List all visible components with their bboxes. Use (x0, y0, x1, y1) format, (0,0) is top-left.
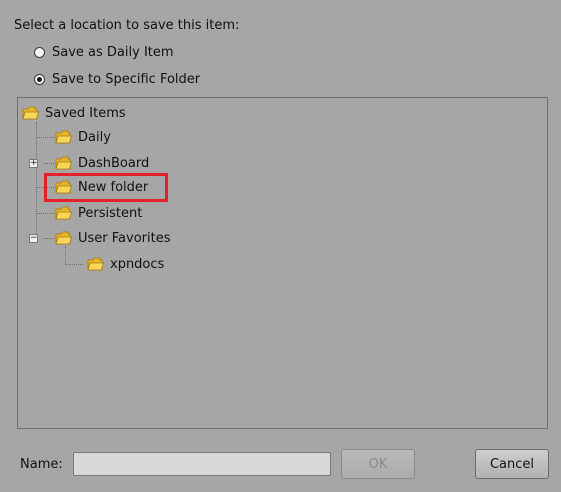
tree-node-label: xpndocs (110, 256, 165, 272)
folder-icon (55, 156, 72, 170)
tree-line (44, 238, 54, 239)
folder-icon (87, 257, 104, 271)
tree-node-label: Persistent (78, 205, 143, 221)
highlight-annotation (44, 173, 168, 202)
daily-item-option[interactable]: Save as Daily Item (34, 45, 174, 60)
collapse-icon[interactable]: − (29, 234, 38, 243)
folder-icon (55, 130, 72, 144)
ok-button[interactable]: OK (341, 449, 415, 479)
specific-folder-option[interactable]: Save to Specific Folder (34, 72, 200, 87)
tree-node-daily[interactable]: Daily (55, 128, 111, 146)
daily-item-label: Save as Daily Item (52, 45, 174, 60)
folder-icon (22, 106, 39, 120)
folder-icon (55, 231, 72, 245)
tree-line (36, 137, 54, 138)
tree-node-user-favorites[interactable]: User Favorites (55, 229, 171, 247)
specific-folder-label: Save to Specific Folder (52, 72, 201, 87)
tree-node-label: User Favorites (78, 230, 171, 246)
tree-node-dashboard[interactable]: DashBoard (55, 154, 149, 172)
footer-bar: Name: OK Cancel (0, 440, 561, 492)
specific-folder-radio[interactable] (34, 74, 45, 85)
tree-line (65, 264, 83, 265)
tree-line (36, 213, 54, 214)
tree-line (36, 122, 37, 238)
tree-line (44, 163, 54, 164)
folder-tree[interactable]: Saved Items Daily + DashBoard New folder (17, 97, 548, 429)
daily-item-radio[interactable] (34, 47, 45, 58)
expand-icon[interactable]: + (29, 159, 38, 168)
tree-line (65, 246, 66, 264)
tree-node-label: DashBoard (78, 155, 150, 171)
instruction-text: Select a location to save this item: (14, 18, 240, 33)
cancel-button[interactable]: Cancel (475, 449, 549, 479)
tree-node-label: Saved Items (45, 105, 126, 121)
tree-node-xpndocs[interactable]: xpndocs (87, 255, 164, 273)
name-label: Name: (20, 457, 63, 472)
tree-node-label: Daily (78, 129, 111, 145)
folder-icon (55, 206, 72, 220)
name-input[interactable] (73, 452, 331, 476)
tree-node-saved-items[interactable]: Saved Items (22, 104, 126, 122)
tree-node-persistent[interactable]: Persistent (55, 204, 142, 222)
